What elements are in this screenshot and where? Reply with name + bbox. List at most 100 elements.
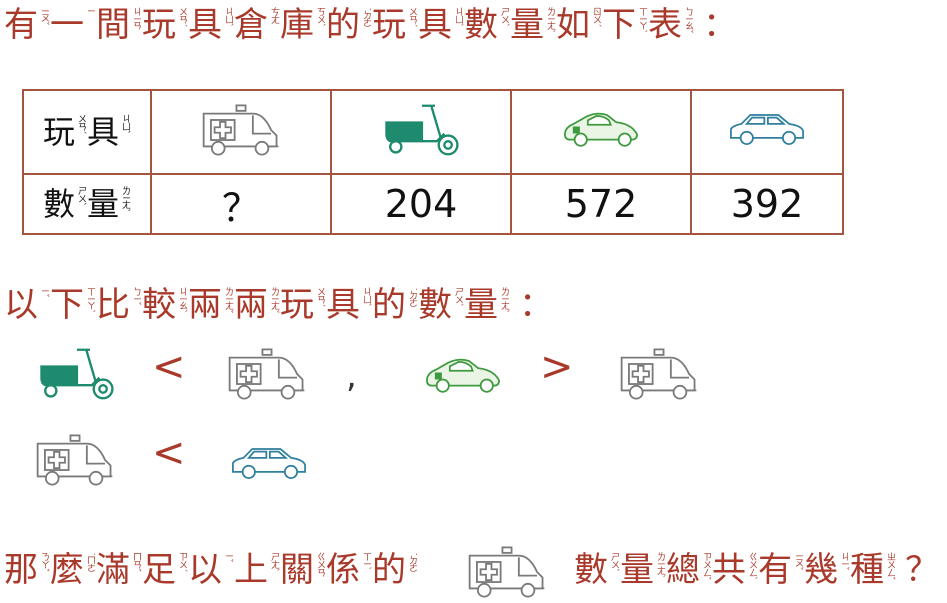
hanzi-glyph: 表 xyxy=(648,5,682,45)
count-scooter: 204 xyxy=(330,173,512,235)
hanzi-char: 總ㄗㄨㄥˇ xyxy=(666,548,712,592)
hanzi-glyph: 一 xyxy=(50,5,84,45)
hanzi-glyph: 具 xyxy=(326,285,360,325)
intro-colon: ： xyxy=(703,5,738,45)
hanzi-glyph: 量 xyxy=(510,5,544,45)
count-sports-car: 572 xyxy=(510,173,692,235)
ambulance-icon xyxy=(34,432,116,488)
zhuyin-annotation: ㄕㄤˋ xyxy=(269,552,279,572)
hanzi-char: 以ㄧˇ xyxy=(188,548,234,592)
intro-text: 有ㄧㄡˇ 一ㄧ間ㄐㄧㄢ玩ㄨㄢˊ 具ㄐㄩˋ 倉ㄘㄤ庫ㄎㄨˋ 的 ˙ㄉㄜ玩ㄨㄢˊ 具ㄐㄩˋ 數ㄕㄨ… xyxy=(4,3,694,47)
scooter-icon xyxy=(34,346,118,402)
hanzi-char: 上ㄕㄤˋ xyxy=(234,548,280,592)
scooter-icon xyxy=(379,102,463,158)
zhuyin-annotation: ㄨㄢˊ xyxy=(315,287,325,307)
hanzi-glyph: 玩 xyxy=(280,285,314,325)
header-label-toys: 玩ㄨㄢˊ 具ㄐㄩˋ xyxy=(43,110,131,154)
sedan-icon xyxy=(722,108,812,152)
zhuyin-annotation: ㄇㄢˇ xyxy=(131,552,141,572)
ambulance-icon xyxy=(226,346,308,402)
hanzi-glyph: 麼 xyxy=(50,550,84,590)
table-row-toys: 玩ㄨㄢˊ 具ㄐㄩˋ xyxy=(22,89,844,175)
hanzi-glyph: 幾 xyxy=(804,550,838,590)
hanzi-char: 玩ㄨㄢˊ xyxy=(43,110,87,154)
zhuyin-annotation: ˙ㄇㄜ xyxy=(85,552,95,572)
zhuyin-annotation: ㄌㄧㄤˋ xyxy=(545,7,555,33)
question-sentence-end: 數ㄕㄨˋ 量ㄌㄧㄤˋ 總ㄗㄨㄥˇ 共ㄍㄨㄥˋ 有ㄧㄡˇ 幾ㄐㄧˇ 種ㄓㄨㄥˇ ？ xyxy=(574,548,939,592)
zhuyin-annotation: ㄋㄚˇ xyxy=(39,552,49,572)
hanzi-char: 玩ㄨㄢˊ xyxy=(142,3,188,47)
zhuyin-annotation: ㄒㄧㄚˋ xyxy=(637,7,647,33)
table-row-counts: 數ㄕㄨˋ 量ㄌㄧㄤˋ ？ 204 572 392 xyxy=(22,173,844,235)
hanzi-char: 量ㄌㄧㄤˋ xyxy=(620,548,666,592)
hanzi-glyph: 的 xyxy=(372,550,406,590)
hanzi-glyph: 較 xyxy=(142,285,176,325)
hanzi-glyph: 間 xyxy=(96,5,130,45)
toy-quantity-table: 玩ㄨㄢˊ 具ㄐㄩˋ 數ㄕㄨˋ 量ㄌㄧㄤˋ ？ 204 572 392 xyxy=(22,89,844,235)
hanzi-glyph: 庫 xyxy=(280,5,314,45)
hanzi-glyph: 數 xyxy=(464,5,498,45)
hanzi-char: 的 ˙ㄉㄜ xyxy=(372,548,418,592)
hanzi-char: 如ㄖㄨˊ xyxy=(556,3,602,47)
zhuyin-annotation: ㄐㄧㄠˋ xyxy=(177,287,187,313)
zhuyin-annotation: ㄘㄤ xyxy=(269,7,279,23)
hanzi-glyph: 滿 xyxy=(96,550,130,590)
hanzi-glyph: 足 xyxy=(142,550,176,590)
hanzi-glyph: 總 xyxy=(666,550,700,590)
hanzi-glyph: 數 xyxy=(574,550,608,590)
hanzi-char: 以ㄧˇ xyxy=(4,283,50,327)
zhuyin-annotation: ㄕㄨˋ xyxy=(609,552,619,572)
less-than-sign: < xyxy=(152,344,186,390)
compare-sentence: 以ㄧˇ 下ㄒㄧㄚˋ 比ㄅㄧˇ 較ㄐㄧㄠˋ 兩ㄌㄧㄤˇ 兩ㄌㄧㄤˇ 玩ㄨㄢˊ 具ㄐㄩˋ 的 ˙ㄉㄜ數… xyxy=(4,283,553,327)
hanzi-glyph: 的 xyxy=(372,285,406,325)
zhuyin-annotation: ㄗㄨˊ xyxy=(177,552,187,572)
zhuyin-annotation: ㄧㄡˇ xyxy=(39,7,49,25)
hanzi-char: 數ㄕㄨˋ xyxy=(418,283,464,327)
hanzi-glyph: 以 xyxy=(4,285,38,325)
zhuyin-annotation: ㄕㄨˋ xyxy=(499,7,509,27)
zhuyin-annotation: ㄅㄧˇ xyxy=(131,287,141,305)
hanzi-char: 表ㄅㄧㄠˇ xyxy=(648,3,694,47)
zhuyin-annotation: ㄧ xyxy=(85,7,95,14)
hanzi-char: 關ㄍㄨㄢ xyxy=(280,548,326,592)
hanzi-glyph: 兩 xyxy=(188,285,222,325)
zhuyin-annotation: ㄒㄧˋ xyxy=(361,552,371,570)
hanzi-char: 兩ㄌㄧㄤˇ xyxy=(234,283,280,327)
header-cell-toys: 玩ㄨㄢˊ 具ㄐㄩˋ xyxy=(22,89,152,175)
comma: , xyxy=(346,356,357,396)
hanzi-glyph: 那 xyxy=(4,550,38,590)
zhuyin-annotation: ㄐㄩˋ xyxy=(361,287,371,307)
hanzi-glyph: 比 xyxy=(96,285,130,325)
compare-text: 以ㄧˇ 下ㄒㄧㄚˋ 比ㄅㄧˇ 較ㄐㄧㄠˋ 兩ㄌㄧㄤˇ 兩ㄌㄧㄤˇ 玩ㄨㄢˊ 具ㄐㄩˋ 的 ˙ㄉㄜ數… xyxy=(4,283,510,327)
hanzi-char: 下ㄒㄧㄚˋ xyxy=(602,3,648,47)
zhuyin-annotation: ㄨㄢˊ xyxy=(407,7,417,27)
hanzi-char: 具ㄐㄩˋ xyxy=(326,283,372,327)
zhuyin-annotation: ㄍㄨㄢ xyxy=(315,552,325,576)
hanzi-glyph: 有 xyxy=(4,5,38,45)
hanzi-glyph: 量 xyxy=(620,550,654,590)
sports-car-icon xyxy=(556,108,646,152)
hanzi-char: 滿ㄇㄢˇ xyxy=(96,548,142,592)
hanzi-char: 係ㄒㄧˋ xyxy=(326,548,372,592)
hanzi-glyph: 上 xyxy=(234,550,268,590)
hanzi-glyph: 具 xyxy=(188,5,222,45)
hanzi-char: 比ㄅㄧˇ xyxy=(96,283,142,327)
count-sedan: 392 xyxy=(690,173,844,235)
hanzi-glyph: 量 xyxy=(464,285,498,325)
zhuyin-annotation: ㄌㄧㄤˋ xyxy=(120,186,131,212)
zhuyin-annotation: ㄧˇ xyxy=(223,552,233,562)
hanzi-char: 下ㄒㄧㄚˋ xyxy=(50,283,96,327)
zhuyin-annotation: ㄌㄧㄤˋ xyxy=(499,287,509,313)
hanzi-glyph: 玩 xyxy=(142,5,176,45)
question-text-before: 那ㄋㄚˇ 麼 ˙ㄇㄜ滿ㄇㄢˇ 足ㄗㄨˊ 以ㄧˇ 上ㄕㄤˋ 關ㄍㄨㄢ係ㄒㄧˋ 的 ˙ㄉㄜ xyxy=(4,548,418,592)
zhuyin-annotation: ㄕㄨˋ xyxy=(453,287,463,307)
cell-ambulance xyxy=(150,89,332,175)
cell-scooter xyxy=(330,89,512,175)
intro-sentence: 有ㄧㄡˇ 一ㄧ間ㄐㄧㄢ玩ㄨㄢˊ 具ㄐㄩˋ 倉ㄘㄤ庫ㄎㄨˋ 的 ˙ㄉㄜ玩ㄨㄢˊ 具ㄐㄩˋ 數ㄕㄨ… xyxy=(4,3,737,47)
hanzi-glyph: 具 xyxy=(87,113,120,151)
hanzi-glyph: 關 xyxy=(280,550,314,590)
hanzi-char: 種ㄓㄨㄥˇ xyxy=(850,548,896,592)
hanzi-char: 玩ㄨㄢˊ xyxy=(372,3,418,47)
hanzi-glyph: 玩 xyxy=(372,5,406,45)
zhuyin-annotation: ㄧˇ xyxy=(39,287,49,297)
